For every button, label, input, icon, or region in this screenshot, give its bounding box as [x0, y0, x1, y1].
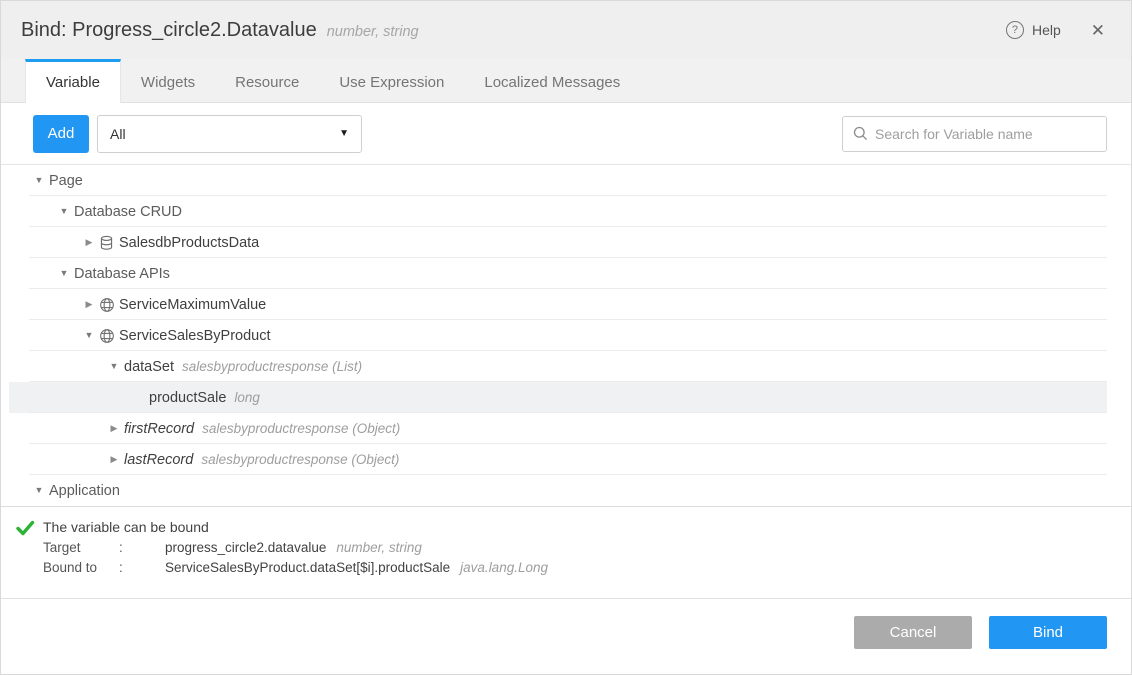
- tree-row-firstrecord[interactable]: ▶firstRecord salesbyproductresponse (Obje…: [9, 413, 1107, 444]
- bound-to-label: Bound to: [43, 557, 119, 577]
- tab-resource[interactable]: Resource: [215, 59, 319, 102]
- target-label: Target: [43, 537, 119, 557]
- caret-right-icon[interactable]: ▶: [79, 238, 99, 247]
- database-icon: [99, 235, 119, 251]
- target-colon: :: [119, 537, 165, 557]
- caret-down-icon[interactable]: ▼: [104, 362, 124, 371]
- dialog-footer: Cancel Bind: [1, 599, 1131, 674]
- bound-to-colon: :: [119, 557, 165, 577]
- caret-down-icon[interactable]: ▼: [29, 486, 49, 495]
- tree-row-page[interactable]: ▼Page: [9, 165, 1107, 196]
- tab-bar: VariableWidgetsResourceUse ExpressionLoc…: [1, 59, 1131, 103]
- tree-node-type-hint: long: [234, 390, 260, 405]
- tree-node-label: lastRecord: [124, 452, 193, 468]
- tree-node-type-hint: salesbyproductresponse (Object): [201, 452, 399, 467]
- search-input[interactable]: [875, 126, 1096, 142]
- caret-down-icon[interactable]: ▼: [29, 176, 49, 185]
- dialog-title: Bind: Progress_circle2.Datavalue: [21, 19, 317, 42]
- tree-node-label: ServiceSalesByProduct: [119, 328, 271, 344]
- target-value: progress_circle2.datavalue: [165, 540, 326, 555]
- tree-node-label: SalesdbProductsData: [119, 235, 259, 251]
- dialog-header: Bind: Progress_circle2.Datavalue number,…: [1, 1, 1131, 59]
- dialog-title-type-hint: number, string: [327, 20, 419, 40]
- tree-node-label: dataSet: [124, 359, 174, 375]
- tab-localized-messages[interactable]: Localized Messages: [464, 59, 640, 102]
- bind-status-message: The variable can be bound: [43, 516, 1107, 537]
- bound-to-type-hint: java.lang.Long: [460, 560, 548, 575]
- tree-node-label: Database APIs: [74, 266, 170, 282]
- tree-row-servicemaximumvalue[interactable]: ▶ ServiceMaximumValue: [9, 289, 1107, 320]
- globe-icon: [99, 297, 119, 313]
- tree-node-label: Database CRUD: [74, 204, 182, 220]
- tree-row-salesdbproductsdata[interactable]: ▶ SalesdbProductsData: [9, 227, 1107, 258]
- success-check-icon: [15, 518, 35, 538]
- tree-row-database-apis[interactable]: ▼Database APIs: [9, 258, 1107, 289]
- filter-selected-value: All: [110, 126, 126, 142]
- target-type-hint: number, string: [336, 540, 422, 555]
- tree-node-label: ServiceMaximumValue: [119, 297, 266, 313]
- help-link[interactable]: Help: [1032, 22, 1061, 38]
- search-box[interactable]: [842, 116, 1107, 152]
- bind-status-panel: The variable can be bound Target : progr…: [1, 507, 1131, 599]
- help-icon[interactable]: ?: [1006, 21, 1024, 39]
- cancel-button[interactable]: Cancel: [854, 616, 972, 649]
- bind-button[interactable]: Bind: [989, 616, 1107, 649]
- variable-filter-dropdown[interactable]: All ▼: [97, 115, 362, 153]
- caret-down-icon[interactable]: ▼: [79, 331, 99, 340]
- close-icon[interactable]: ✕: [1091, 22, 1105, 39]
- caret-down-icon[interactable]: ▼: [54, 269, 74, 278]
- tree-row-lastrecord[interactable]: ▶lastRecord salesbyproductresponse (Objec…: [9, 444, 1107, 475]
- tree-row-productsale[interactable]: productSale long: [9, 382, 1107, 413]
- tab-use-expression[interactable]: Use Expression: [319, 59, 464, 102]
- tree-node-type-hint: salesbyproductresponse (Object): [202, 421, 400, 436]
- tree-node-label: productSale: [149, 390, 226, 406]
- tree-node-label: Page: [49, 173, 83, 189]
- tab-widgets[interactable]: Widgets: [121, 59, 215, 102]
- tree-node-label: Application: [49, 483, 120, 499]
- bind-dialog: Bind: Progress_circle2.Datavalue number,…: [0, 0, 1132, 675]
- tree-row-database-crud[interactable]: ▼Database CRUD: [9, 196, 1107, 227]
- tree-row-servicesalesbyproduct[interactable]: ▼ ServiceSalesByProduct: [9, 320, 1107, 351]
- variable-tree: ▼Page▼Database CRUD▶ SalesdbProductsData…: [1, 165, 1131, 507]
- globe-icon: [99, 328, 119, 344]
- caret-down-icon[interactable]: ▼: [54, 207, 74, 216]
- caret-right-icon[interactable]: ▶: [104, 424, 124, 433]
- dropdown-caret-icon: ▼: [339, 128, 349, 139]
- tree-row-dataset[interactable]: ▼dataSet salesbyproductresponse (List): [9, 351, 1107, 382]
- tab-variable[interactable]: Variable: [25, 59, 121, 103]
- tree-row-application[interactable]: ▼Application: [9, 475, 1107, 506]
- add-button[interactable]: Add: [33, 115, 89, 153]
- tree-node-type-hint: salesbyproductresponse (List): [182, 359, 362, 374]
- caret-right-icon[interactable]: ▶: [104, 455, 124, 464]
- caret-right-icon[interactable]: ▶: [79, 300, 99, 309]
- toolbar: Add All ▼: [1, 103, 1131, 165]
- search-icon: [853, 126, 868, 141]
- tree-node-label: firstRecord: [124, 421, 194, 437]
- bound-to-value: ServiceSalesByProduct.dataSet[$i].produc…: [165, 560, 450, 575]
